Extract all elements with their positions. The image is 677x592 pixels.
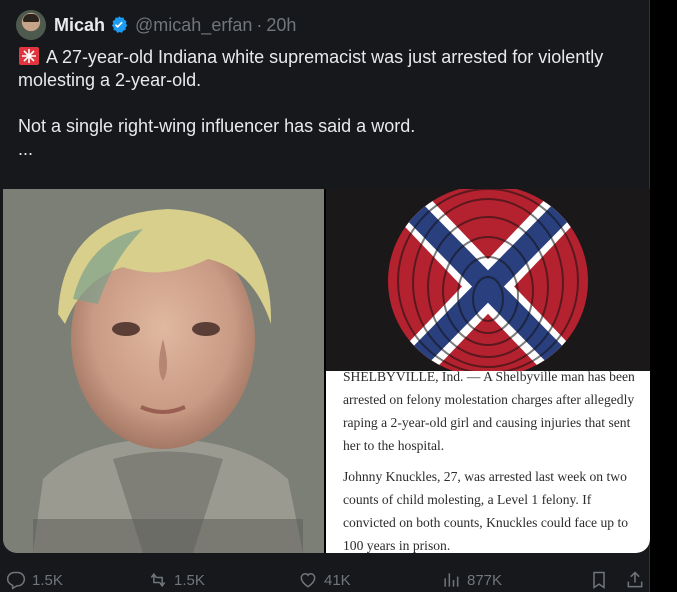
post-text-line-2: Not a single right-wing influencer has s… xyxy=(18,116,416,136)
separator-dot: · xyxy=(256,14,263,35)
post-card[interactable]: Micah @micah_erfan · 20h A 27-year-old I… xyxy=(0,0,650,592)
views-button[interactable]: 877K xyxy=(441,570,502,590)
post-actions: 1.5K 1.5K 41K 877K xyxy=(0,566,649,592)
repost-count: 1.5K xyxy=(174,571,205,589)
view-count: 877K xyxy=(467,571,503,589)
reply-button[interactable]: 1.5K xyxy=(6,570,63,590)
author-handle[interactable]: @micah_erfan xyxy=(135,15,252,36)
avatar[interactable] xyxy=(16,10,46,40)
news-article-excerpt[interactable]: SHELBYVILLE, Ind. — A Shelbyville man ha… xyxy=(326,371,650,553)
post-text: A 27-year-old Indiana white supremacist … xyxy=(18,46,628,161)
reply-icon xyxy=(6,571,26,590)
repost-icon xyxy=(150,572,166,588)
siren-emoji-icon xyxy=(18,46,40,66)
post-media[interactable]: SHELBYVILLE, Ind. — A Shelbyville man ha… xyxy=(3,189,650,553)
bookmark-button[interactable] xyxy=(589,570,609,590)
share-button[interactable] xyxy=(625,570,645,590)
article-paragraph-1: SHELBYVILLE, Ind. — A Shelbyville man ha… xyxy=(343,371,635,453)
show-more-ellipsis[interactable]: ... xyxy=(18,138,628,161)
share-icon xyxy=(627,571,643,588)
like-button[interactable]: 41K xyxy=(298,570,351,590)
fingerprint-flag-image[interactable] xyxy=(326,189,650,377)
repost-button[interactable]: 1.5K xyxy=(148,570,205,590)
author-name[interactable]: Micah xyxy=(54,15,105,36)
analytics-icon xyxy=(444,573,459,587)
like-count: 41K xyxy=(324,571,351,589)
heart-icon xyxy=(300,572,316,588)
reply-count: 1.5K xyxy=(32,571,63,589)
mugshot-image[interactable] xyxy=(3,189,324,553)
verified-badge-icon xyxy=(109,15,129,35)
post-timestamp[interactable]: 20h xyxy=(266,15,296,36)
article-paragraph-2: Johnny Knuckles, 27, was arrested last w… xyxy=(343,469,629,553)
post-text-line-1: A 27-year-old Indiana white supremacist … xyxy=(18,47,604,90)
post-header: Micah @micah_erfan · 20h xyxy=(16,10,296,40)
bookmark-icon xyxy=(593,571,605,589)
